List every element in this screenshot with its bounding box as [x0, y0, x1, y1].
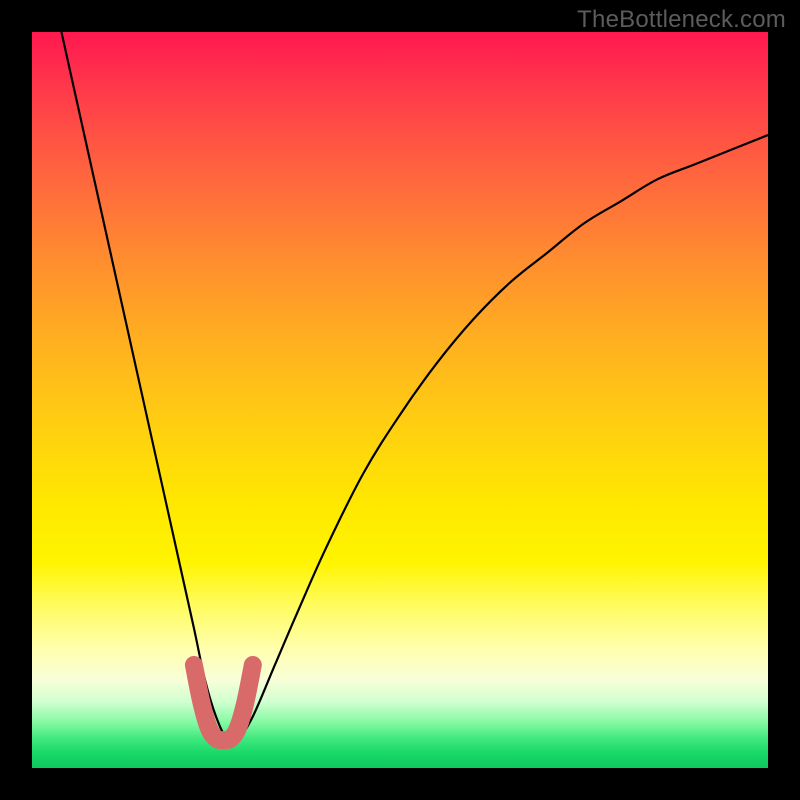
bottleneck-curve — [61, 32, 768, 742]
curve-layer — [32, 32, 768, 768]
plot-area — [32, 32, 768, 768]
optimal-zone-marker — [194, 665, 253, 740]
watermark-text: TheBottleneck.com — [577, 6, 786, 34]
chart-frame: TheBottleneck.com — [0, 0, 800, 800]
